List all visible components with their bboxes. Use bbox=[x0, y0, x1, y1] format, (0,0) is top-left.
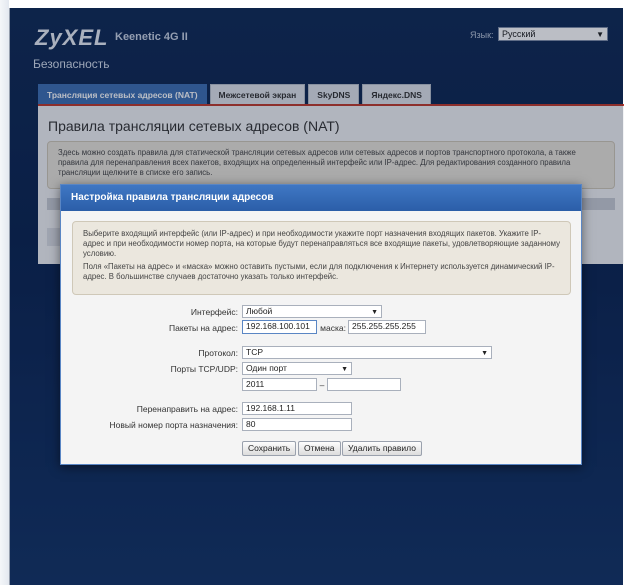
nat-rule-dialog: Настройка правила трансляции адресов Выб… bbox=[60, 184, 582, 465]
top-edge bbox=[0, 0, 624, 8]
redirect-address-input[interactable]: 192.168.1.11 bbox=[242, 402, 352, 415]
protocol-value: TCP bbox=[246, 347, 263, 357]
left-edge bbox=[0, 0, 9, 585]
packets-label: Пакеты на адрес: bbox=[169, 323, 238, 333]
protocol-label: Протокол: bbox=[198, 348, 238, 358]
dialog-info-paragraph-1: Выберите входящий интерфейс (или IP-адре… bbox=[83, 229, 560, 258]
chevron-down-icon: ▼ bbox=[371, 309, 378, 316]
dialog-info-box: Выберите входящий интерфейс (или IP-адре… bbox=[72, 221, 571, 295]
cancel-button[interactable]: Отмена bbox=[298, 441, 341, 456]
mask-input[interactable]: 255.255.255.255 bbox=[348, 320, 426, 334]
delete-rule-button[interactable]: Удалить правило bbox=[342, 441, 422, 456]
port-to-input[interactable] bbox=[327, 378, 401, 391]
port-range-dash: – bbox=[319, 380, 325, 390]
save-button[interactable]: Сохранить bbox=[242, 441, 297, 456]
port-from-input[interactable]: 2011 bbox=[242, 378, 317, 391]
ports-mode-value: Один порт bbox=[246, 363, 287, 373]
dialog-title: Настройка правила трансляции адресов bbox=[61, 185, 581, 211]
dialog-info-paragraph-2: Поля «Пакеты на адрес» и «маска» можно о… bbox=[83, 262, 555, 281]
mask-label: маска: bbox=[320, 323, 346, 333]
redirect-label: Перенаправить на адрес: bbox=[136, 404, 238, 414]
interface-value: Любой bbox=[246, 306, 273, 316]
new-port-label: Новый номер порта назначения: bbox=[109, 420, 238, 430]
interface-select[interactable]: Любой ▼ bbox=[242, 305, 382, 318]
chevron-down-icon: ▼ bbox=[481, 350, 488, 357]
ports-mode-select[interactable]: Один порт ▼ bbox=[242, 362, 352, 375]
interface-label: Интерфейс: bbox=[190, 307, 238, 317]
ports-label: Порты TCP/UDP: bbox=[170, 364, 238, 374]
protocol-select[interactable]: TCP ▼ bbox=[242, 346, 492, 359]
packets-address-input[interactable]: 192.168.100.101 bbox=[242, 320, 317, 334]
chevron-down-icon: ▼ bbox=[341, 366, 348, 373]
new-port-input[interactable]: 80 bbox=[242, 418, 352, 431]
